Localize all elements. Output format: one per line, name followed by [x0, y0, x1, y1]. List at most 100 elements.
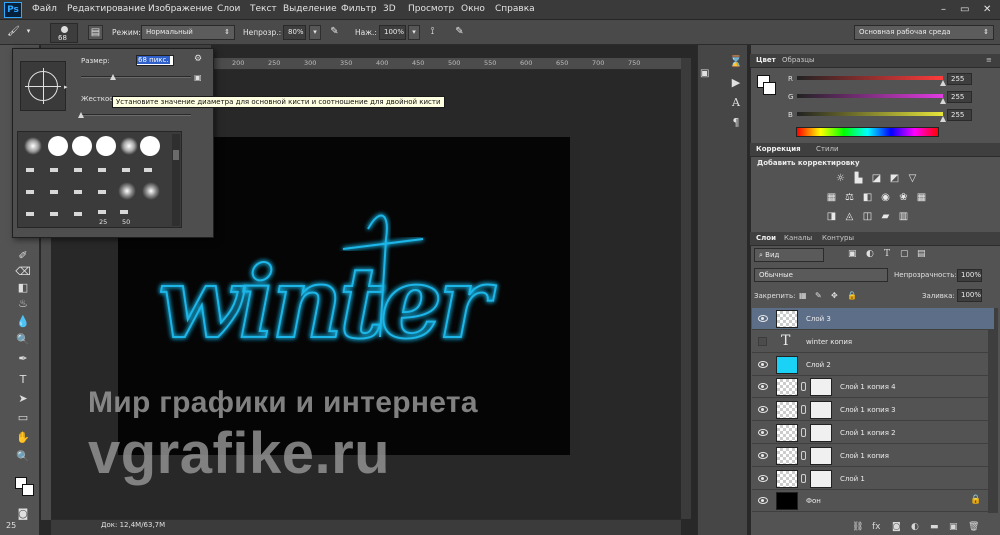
menu-window[interactable]: Окно	[461, 4, 485, 14]
exposure-icon[interactable]: ◩	[888, 173, 901, 184]
brush-picker[interactable]: 68	[50, 23, 78, 43]
tab-styles[interactable]: Стили	[816, 145, 839, 153]
tab-swatches[interactable]: Образцы	[782, 56, 815, 64]
brush-tip-icon[interactable]	[74, 190, 82, 194]
brush-hard-round[interactable]	[96, 136, 116, 156]
eye-icon[interactable]	[758, 360, 768, 368]
black-white-icon[interactable]: ◧	[861, 192, 874, 203]
menu-filter[interactable]: Фильтр	[341, 4, 377, 14]
new-layer-icon[interactable]: ▣	[949, 522, 958, 532]
brush-tip-icon[interactable]	[26, 190, 34, 194]
layer-opacity-input[interactable]: 100%	[957, 269, 982, 282]
menu-edit[interactable]: Редактирование	[67, 4, 146, 14]
gear-icon[interactable]: ⚙	[194, 54, 202, 64]
brush-tip-icon[interactable]	[122, 168, 130, 172]
layer-style-icon[interactable]: fx	[872, 522, 881, 532]
size-slider-thumb[interactable]	[110, 74, 116, 80]
posterize-icon[interactable]: ◬	[843, 211, 856, 222]
eye-icon[interactable]	[758, 474, 768, 482]
brush-tip-icon[interactable]	[120, 210, 128, 214]
menu-image[interactable]: Изображение	[148, 4, 213, 14]
selective-color-icon[interactable]: ▰	[879, 211, 892, 222]
layer-filter-select[interactable]: ⌕ Вид	[754, 248, 824, 262]
color-slider-thumb[interactable]	[940, 98, 946, 104]
mask-link-icon[interactable]	[801, 450, 806, 460]
hardness-slider[interactable]	[81, 114, 191, 116]
brush-soft-round[interactable]	[24, 137, 42, 155]
menu-type[interactable]: Текст	[250, 4, 277, 14]
levels-icon[interactable]: ▙	[852, 173, 865, 184]
background-color-chip[interactable]	[763, 82, 776, 95]
new-group-icon[interactable]: ▬	[930, 522, 939, 532]
brush-tip-icon[interactable]	[26, 168, 34, 172]
character-panel-icon[interactable]: A	[729, 96, 743, 110]
brush-angle-preview[interactable]	[20, 61, 66, 111]
brush-soft-round[interactable]	[142, 182, 160, 200]
eye-icon[interactable]	[758, 451, 768, 459]
layer-row[interactable]: Слой 2	[752, 354, 994, 376]
tab-channels[interactable]: Каналы	[784, 234, 812, 242]
brush-hard-round[interactable]	[140, 136, 160, 156]
menu-file[interactable]: Файл	[32, 4, 57, 14]
brush-soft-round[interactable]	[118, 182, 136, 200]
layer-mask-thumbnail[interactable]	[810, 446, 832, 465]
color-slider-thumb[interactable]	[940, 80, 946, 86]
lock-all-icon[interactable]: 🔒	[847, 291, 857, 300]
workspace-select[interactable]: Основная рабочая среда ⇕	[854, 25, 994, 40]
color-balance-icon[interactable]: ⚖	[843, 192, 856, 203]
background-color-swatch[interactable]	[22, 484, 34, 496]
mask-link-icon[interactable]	[801, 382, 806, 392]
mode-select[interactable]: Нормальный ⇕	[141, 25, 235, 40]
brush-tip-icon[interactable]	[50, 190, 58, 194]
layer-mask-thumbnail[interactable]	[810, 469, 832, 488]
panel-menu-icon[interactable]: ≡	[986, 56, 992, 64]
history-brush-tool-icon[interactable]: ✐	[14, 248, 32, 264]
layer-mask-thumbnail[interactable]	[810, 401, 832, 420]
brush-tip-icon[interactable]	[98, 210, 106, 214]
menu-view[interactable]: Просмотр	[408, 4, 454, 14]
pen-tool-icon[interactable]: ✒	[14, 351, 32, 367]
visibility-toggle[interactable]	[758, 336, 767, 346]
brush-tip-icon[interactable]	[50, 168, 58, 172]
airbrush-icon[interactable]: ⟟	[425, 25, 440, 40]
filter-smart-object-icon[interactable]: ▤	[917, 249, 926, 259]
paint-bucket-tool-icon[interactable]: ♨	[14, 296, 32, 312]
actions-panel-icon[interactable]: ▶	[729, 76, 743, 90]
tool-preset-chevron-icon[interactable]: ▾	[24, 25, 33, 40]
menu-3d[interactable]: 3D	[383, 4, 396, 14]
eraser-tool-icon[interactable]: ⌫	[14, 264, 32, 280]
document-info[interactable]: Док: 12,4M/63,7M	[101, 521, 165, 529]
size-input[interactable]: 68 пикс.	[136, 55, 174, 66]
rectangle-tool-icon[interactable]: ▭	[14, 410, 32, 426]
brush-hard-round[interactable]	[48, 136, 68, 156]
layer-row[interactable]: Слой 1 копия 3	[752, 399, 994, 422]
threshold-icon[interactable]: ◫	[861, 211, 874, 222]
brush-tip-icon[interactable]	[26, 212, 34, 216]
zoom-tool-icon[interactable]: 🔍	[14, 449, 32, 465]
layer-row[interactable]: Слой 1 копия	[752, 445, 994, 467]
brush-tip-icon[interactable]	[50, 212, 58, 216]
brush-tool-icon[interactable]: 🖌	[6, 25, 21, 40]
eye-icon[interactable]	[758, 315, 768, 322]
hue-saturation-icon[interactable]: ▦	[825, 192, 838, 203]
hand-tool-icon[interactable]: ✋	[14, 430, 32, 446]
filter-type-icon[interactable]: T	[884, 249, 890, 259]
menu-help[interactable]: Справка	[495, 4, 535, 14]
filter-shape-icon[interactable]: ▢	[900, 249, 909, 259]
quick-mask-icon[interactable]: ◙	[14, 506, 32, 522]
mask-link-icon[interactable]	[801, 473, 806, 483]
menu-layers[interactable]: Слои	[217, 4, 240, 14]
vibrance-icon[interactable]: ▽	[906, 173, 919, 184]
opacity-dropdown-icon[interactable]: ▾	[309, 25, 321, 40]
dodge-tool-icon[interactable]: 🔍	[14, 332, 32, 348]
brush-panel-toggle-icon[interactable]: ▤	[88, 25, 103, 40]
lock-pixels-icon[interactable]: ✎	[815, 291, 822, 300]
close-button[interactable]: ✕	[983, 4, 991, 15]
brush-hard-round[interactable]	[72, 136, 92, 156]
mask-link-icon[interactable]	[801, 405, 806, 415]
lock-transparency-icon[interactable]: ▦	[799, 291, 807, 300]
green-slider[interactable]	[797, 94, 943, 98]
color-spectrum[interactable]	[796, 127, 939, 137]
red-value[interactable]: 255	[947, 73, 972, 85]
filter-adjustment-icon[interactable]: ◐	[866, 249, 874, 259]
